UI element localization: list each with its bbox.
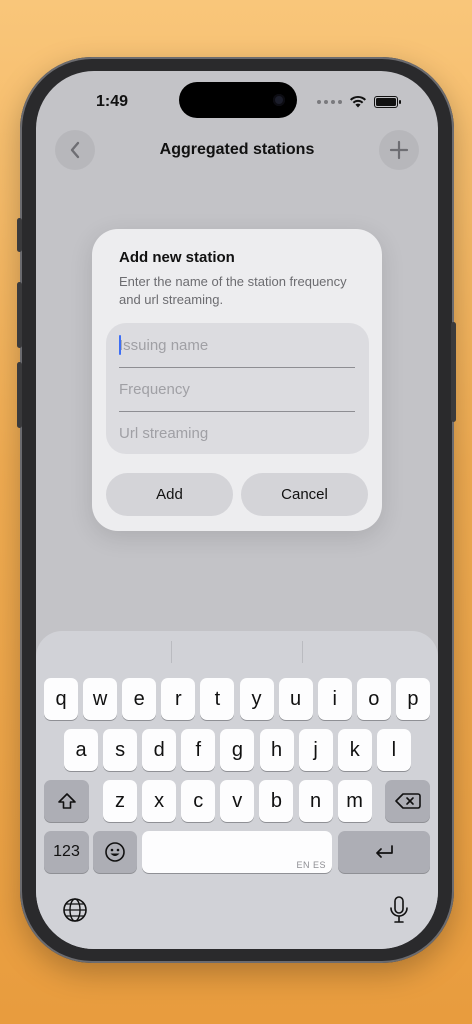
key-l[interactable]: l: [376, 729, 411, 771]
numbers-key[interactable]: 123: [44, 831, 89, 873]
dynamic-island: [179, 82, 297, 118]
dialog-fields: [106, 323, 369, 455]
add-station-dialog: Add new station Enter the name of the st…: [92, 229, 382, 531]
return-icon: [376, 845, 393, 858]
frequency-field[interactable]: [119, 367, 355, 412]
battery-icon: [374, 95, 401, 108]
key-a[interactable]: a: [64, 729, 98, 771]
status-time: 1:49: [96, 93, 129, 110]
screen: 1:49 Aggregated stations Add new station…: [36, 71, 438, 949]
key-d[interactable]: d: [142, 729, 177, 771]
add-button[interactable]: Add: [106, 473, 233, 516]
side-button-action: [17, 218, 22, 252]
side-button-volume-up: [17, 282, 22, 348]
add-station-button[interactable]: [379, 130, 419, 170]
plus-icon: [389, 140, 409, 160]
key-o[interactable]: o: [356, 678, 391, 720]
key-j[interactable]: j: [298, 729, 333, 771]
signal-icon: [317, 99, 342, 104]
issuing-name-field[interactable]: [119, 323, 355, 368]
frequency-input[interactable]: [119, 367, 355, 411]
camera-icon: [273, 94, 285, 106]
microphone-icon[interactable]: [387, 895, 411, 925]
backspace-icon: [394, 793, 421, 809]
dialog-title: Add new station: [119, 249, 235, 266]
key-n[interactable]: n: [298, 780, 333, 822]
suggestion-divider: [302, 641, 303, 663]
url-streaming-field[interactable]: [119, 411, 355, 455]
side-button-volume-down: [17, 362, 22, 428]
key-x[interactable]: x: [142, 780, 177, 822]
issuing-name-input[interactable]: [119, 323, 355, 367]
delete-key[interactable]: [385, 780, 430, 822]
dialog-message: Enter the name of the station frequency …: [119, 274, 347, 307]
key-s[interactable]: s: [103, 729, 138, 771]
url-streaming-input[interactable]: [119, 411, 355, 455]
key-e[interactable]: e: [122, 678, 157, 720]
key-m[interactable]: m: [337, 780, 372, 822]
suggestion-divider: [171, 641, 172, 663]
shift-key[interactable]: [44, 780, 89, 822]
cancel-button[interactable]: Cancel: [241, 473, 368, 516]
shift-icon: [57, 793, 76, 809]
key-r[interactable]: r: [161, 678, 196, 720]
key-f[interactable]: f: [181, 729, 216, 771]
wifi-icon: [350, 95, 366, 108]
key-g[interactable]: g: [220, 729, 255, 771]
key-t[interactable]: t: [200, 678, 235, 720]
key-v[interactable]: v: [220, 780, 255, 822]
key-c[interactable]: c: [181, 780, 216, 822]
key-w[interactable]: w: [83, 678, 118, 720]
language-hint: EN ES: [296, 860, 326, 870]
key-b[interactable]: b: [259, 780, 294, 822]
status-icons: [317, 95, 401, 108]
globe-icon[interactable]: [62, 897, 88, 923]
page-title: Aggregated stations: [159, 141, 315, 158]
key-i[interactable]: i: [317, 678, 352, 720]
keyboard: qwertyuiop asdfghjkl zxcvbnm 123 EN ES: [36, 631, 438, 949]
return-key[interactable]: [338, 831, 430, 873]
space-key[interactable]: EN ES: [142, 831, 332, 873]
key-k[interactable]: k: [337, 729, 372, 771]
text-caret: [119, 335, 121, 355]
key-y[interactable]: y: [239, 678, 274, 720]
key-u[interactable]: u: [278, 678, 313, 720]
key-q[interactable]: q: [44, 678, 78, 720]
key-z[interactable]: z: [103, 780, 137, 822]
emoji-icon: [105, 842, 125, 862]
key-h[interactable]: h: [259, 729, 294, 771]
emoji-key[interactable]: [93, 831, 137, 873]
key-p[interactable]: p: [395, 678, 430, 720]
side-button-power: [451, 322, 456, 422]
